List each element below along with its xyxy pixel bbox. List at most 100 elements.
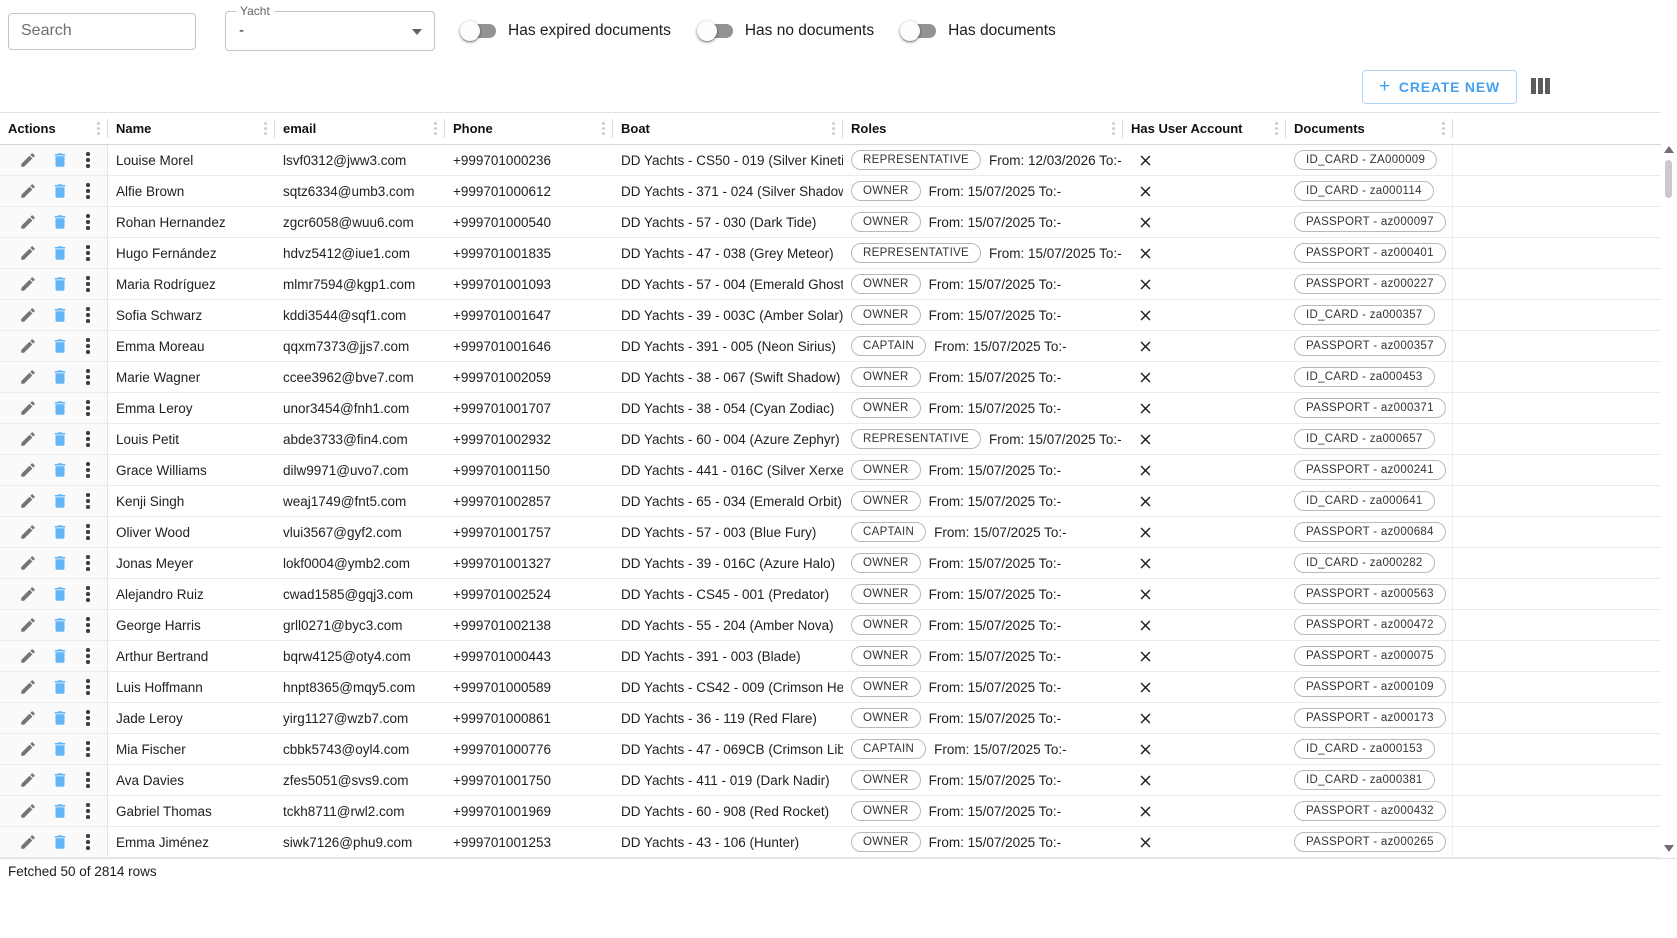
edit-icon[interactable] bbox=[12, 675, 44, 699]
row-menu-icon[interactable] bbox=[76, 396, 100, 420]
yacht-select[interactable]: Yacht - bbox=[225, 11, 435, 51]
delete-icon[interactable] bbox=[44, 458, 76, 482]
row-menu-icon[interactable] bbox=[76, 241, 100, 265]
delete-icon[interactable] bbox=[44, 334, 76, 358]
delete-icon[interactable] bbox=[44, 799, 76, 823]
edit-icon[interactable] bbox=[12, 737, 44, 761]
edit-icon[interactable] bbox=[12, 799, 44, 823]
row-menu-icon[interactable] bbox=[76, 551, 100, 575]
row-menu-icon[interactable] bbox=[76, 520, 100, 544]
row-menu-icon[interactable] bbox=[76, 768, 100, 792]
create-new-button[interactable]: + CREATE NEW bbox=[1362, 70, 1517, 104]
edit-icon[interactable] bbox=[12, 551, 44, 575]
column-menu-icon[interactable] bbox=[434, 122, 437, 135]
edit-icon[interactable] bbox=[12, 830, 44, 854]
edit-icon[interactable] bbox=[12, 365, 44, 389]
delete-icon[interactable] bbox=[44, 551, 76, 575]
edit-icon[interactable] bbox=[12, 644, 44, 668]
delete-icon[interactable] bbox=[44, 396, 76, 420]
row-menu-icon[interactable] bbox=[76, 582, 100, 606]
delete-icon[interactable] bbox=[44, 582, 76, 606]
row-menu-icon[interactable] bbox=[76, 489, 100, 513]
row-menu-icon[interactable] bbox=[76, 706, 100, 730]
edit-icon[interactable] bbox=[12, 396, 44, 420]
delete-icon[interactable] bbox=[44, 706, 76, 730]
row-menu-icon[interactable] bbox=[76, 427, 100, 451]
row-menu-icon[interactable] bbox=[76, 365, 100, 389]
delete-icon[interactable] bbox=[44, 644, 76, 668]
edit-icon[interactable] bbox=[12, 148, 44, 172]
edit-icon[interactable] bbox=[12, 241, 44, 265]
delete-icon[interactable] bbox=[44, 737, 76, 761]
delete-icon[interactable] bbox=[44, 675, 76, 699]
delete-icon[interactable] bbox=[44, 613, 76, 637]
row-menu-icon[interactable] bbox=[76, 737, 100, 761]
x-mark-icon bbox=[1137, 741, 1154, 758]
delete-icon[interactable] bbox=[44, 768, 76, 792]
edit-icon[interactable] bbox=[12, 303, 44, 327]
edit-icon[interactable] bbox=[12, 272, 44, 296]
scroll-down-icon[interactable] bbox=[1664, 845, 1674, 852]
toggle-has-expired-documents[interactable]: Has expired documents bbox=[460, 21, 671, 41]
column-menu-icon[interactable] bbox=[264, 122, 267, 135]
column-menu-icon[interactable] bbox=[602, 122, 605, 135]
column-menu-icon[interactable] bbox=[1112, 122, 1115, 135]
row-menu-icon[interactable] bbox=[76, 303, 100, 327]
edit-icon[interactable] bbox=[12, 179, 44, 203]
toggle-switch-icon[interactable] bbox=[697, 21, 734, 41]
edit-icon[interactable] bbox=[12, 582, 44, 606]
edit-icon[interactable] bbox=[12, 489, 44, 513]
toggle-switch-icon[interactable] bbox=[460, 21, 497, 41]
row-menu-icon[interactable] bbox=[76, 830, 100, 854]
delete-icon[interactable] bbox=[44, 520, 76, 544]
vertical-scrollbar[interactable] bbox=[1662, 146, 1676, 852]
search-input[interactable] bbox=[8, 13, 196, 50]
delete-icon[interactable] bbox=[44, 489, 76, 513]
edit-icon[interactable] bbox=[12, 613, 44, 637]
scrollbar-thumb[interactable] bbox=[1665, 160, 1672, 198]
columns-icon[interactable] bbox=[1531, 78, 1551, 96]
delete-icon[interactable] bbox=[44, 365, 76, 389]
row-menu-icon[interactable] bbox=[76, 148, 100, 172]
column-menu-icon[interactable] bbox=[1442, 122, 1445, 135]
row-menu-icon[interactable] bbox=[76, 179, 100, 203]
row-menu-icon[interactable] bbox=[76, 613, 100, 637]
email-cell: ccee3962@bve7.com bbox=[275, 362, 445, 392]
edit-icon[interactable] bbox=[12, 458, 44, 482]
column-menu-icon[interactable] bbox=[97, 122, 100, 135]
row-menu-icon[interactable] bbox=[76, 210, 100, 234]
scroll-up-icon[interactable] bbox=[1664, 146, 1674, 153]
row-menu-icon[interactable] bbox=[76, 334, 100, 358]
delete-icon[interactable] bbox=[44, 241, 76, 265]
row-menu-icon[interactable] bbox=[76, 272, 100, 296]
name-cell: Emma Jiménez bbox=[108, 827, 275, 857]
edit-icon[interactable] bbox=[12, 427, 44, 451]
delete-icon[interactable] bbox=[44, 148, 76, 172]
edit-icon[interactable] bbox=[12, 210, 44, 234]
edit-icon[interactable] bbox=[12, 520, 44, 544]
role-badge: OWNER bbox=[851, 274, 921, 294]
edit-icon[interactable] bbox=[12, 768, 44, 792]
toggle-switch-icon[interactable] bbox=[900, 21, 937, 41]
row-menu-icon[interactable] bbox=[76, 458, 100, 482]
toggle-has-documents[interactable]: Has documents bbox=[900, 21, 1056, 41]
phone-cell: +999701001750 bbox=[445, 765, 613, 795]
delete-icon[interactable] bbox=[44, 830, 76, 854]
table-row: Jonas Meyer lokf0004@ymb2.com +999701001… bbox=[0, 548, 1661, 579]
delete-icon[interactable] bbox=[44, 272, 76, 296]
edit-icon[interactable] bbox=[12, 334, 44, 358]
row-menu-icon[interactable] bbox=[76, 644, 100, 668]
delete-icon[interactable] bbox=[44, 427, 76, 451]
toggle-has-no-documents[interactable]: Has no documents bbox=[697, 21, 874, 41]
row-menu-icon[interactable] bbox=[76, 675, 100, 699]
document-badge: PASSPORT - az000357 bbox=[1294, 336, 1446, 356]
row-menu-icon[interactable] bbox=[76, 799, 100, 823]
delete-icon[interactable] bbox=[44, 210, 76, 234]
delete-icon[interactable] bbox=[44, 179, 76, 203]
role-badge: OWNER bbox=[851, 708, 921, 728]
column-menu-icon[interactable] bbox=[832, 122, 835, 135]
edit-icon[interactable] bbox=[12, 706, 44, 730]
delete-icon[interactable] bbox=[44, 303, 76, 327]
column-menu-icon[interactable] bbox=[1275, 122, 1278, 135]
role-badge: OWNER bbox=[851, 212, 921, 232]
